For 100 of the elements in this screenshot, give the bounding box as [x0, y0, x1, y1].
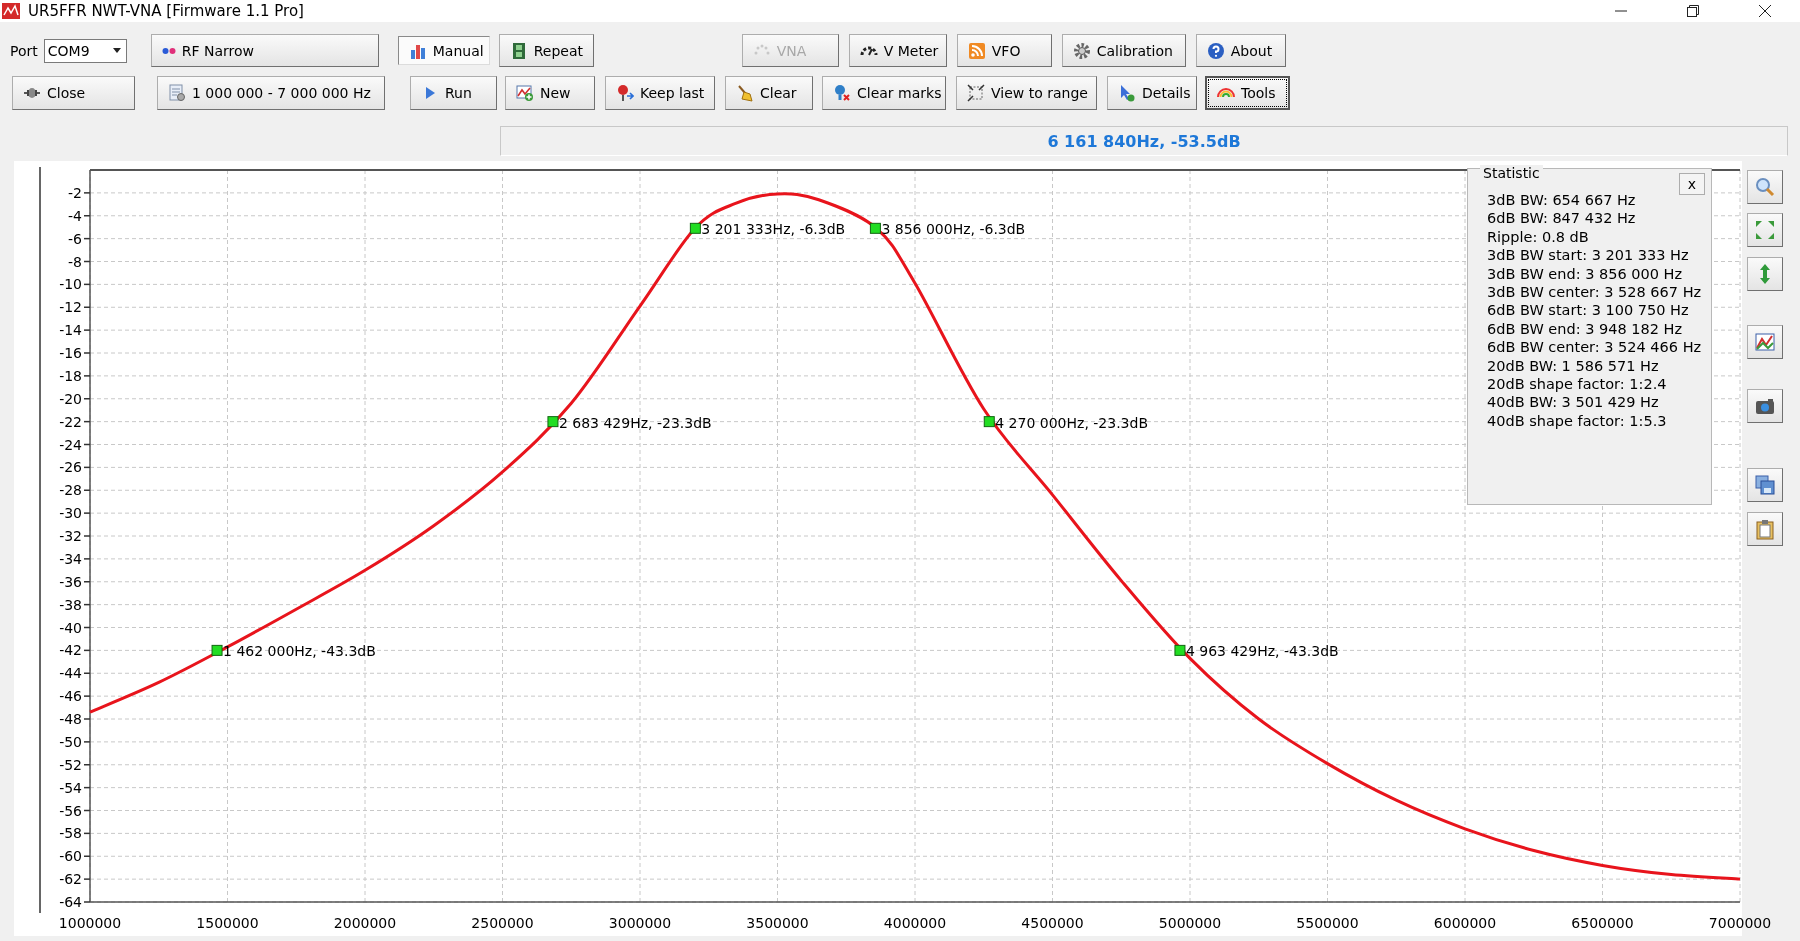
restore-icon[interactable]	[1687, 5, 1699, 17]
toolbar-button[interactable]: View to range	[956, 76, 1097, 110]
toolbar-button[interactable]: Details	[1107, 76, 1197, 110]
cursor-readout: 6 161 840Hz, -53.5dB	[500, 126, 1788, 156]
x-tick-label: 5500000	[1296, 915, 1359, 931]
toolbar-button[interactable]: About	[1195, 34, 1286, 67]
y-tick-label: -44	[59, 665, 83, 682]
y-tick-label: -28	[59, 482, 82, 499]
y-tick-label: -46	[59, 688, 83, 705]
y-tick-label: -44	[59, 665, 91, 682]
y-tick-label: -48	[59, 711, 91, 727]
x-tick-label: 6000000	[1433, 915, 1497, 931]
copy-button[interactable]	[1747, 468, 1783, 502]
y-tick-label: -62	[59, 871, 91, 888]
y-tick-label: -54	[59, 779, 91, 796]
y-tick-label: -24	[59, 436, 91, 453]
y-tick-label: -24	[59, 436, 83, 453]
fit-arrows-button[interactable]	[1747, 213, 1783, 247]
marker-point[interactable]	[689, 222, 701, 234]
clipboard-button[interactable]	[1747, 512, 1783, 546]
y-tick-label: -6	[68, 230, 91, 247]
y-tick-label: -16	[59, 345, 83, 361]
marker-point[interactable]	[547, 416, 559, 428]
toolbar-button[interactable]: Close	[12, 76, 135, 110]
y-tick-label: -62	[59, 871, 82, 888]
y-tick-label: -6	[68, 230, 83, 247]
toolbar-button[interactable]: New	[505, 76, 595, 110]
toolbar-button[interactable]: Clear marks	[822, 76, 946, 110]
statistic-line: Ripple: 0.8 dB	[1487, 227, 1590, 247]
y-tick-label: -38	[59, 596, 82, 613]
x-tick-label: 4500000	[1021, 915, 1084, 931]
marker-point[interactable]	[869, 222, 881, 234]
statistic-line: 3dB BW: 654 667 Hz	[1487, 191, 1637, 210]
toolbar-button[interactable]: Clear	[725, 76, 813, 110]
marker-label: 3 201 333Hz, -6.3dB	[701, 221, 846, 238]
x-tick-label: 2000000	[333, 915, 397, 931]
marker-label: 2 683 429Hz, -23.3dB	[558, 414, 712, 431]
y-tick-label: -60	[59, 848, 82, 865]
statistic-line: 6dB BW: 847 432 Hz	[1487, 209, 1637, 228]
caret-icon	[112, 48, 121, 53]
marker-label: 1 462 000Hz, -43.3dB	[223, 643, 376, 660]
toolbar-button[interactable]: V Meter	[848, 34, 947, 67]
marker-point[interactable]	[211, 644, 223, 656]
x-tick-label: 1000000	[58, 915, 122, 931]
zoom-icon	[1754, 176, 1776, 198]
marker-cross-icon	[833, 84, 851, 102]
toolbar-button[interactable]: RF Narrow	[150, 34, 379, 67]
y-tick-label: -34	[59, 550, 83, 567]
y-tick-label: -40	[59, 619, 82, 636]
y-tick-label: -56	[59, 802, 83, 819]
x-tick-label: 3000000	[608, 915, 672, 931]
y-tick-label: -58	[59, 825, 91, 842]
fit-arrows-icon	[1754, 219, 1776, 241]
toolbar-button[interactable]: Tools	[1205, 76, 1290, 110]
y-tick-label: -40	[59, 619, 91, 636]
chart-button[interactable]	[1747, 325, 1783, 359]
toolbar-button[interactable]: 1 000 000 - 7 000 000 Hz	[157, 76, 385, 110]
toolbar-button[interactable]: Calibration	[1061, 34, 1186, 67]
y-tick-label: -16	[59, 345, 91, 361]
x-tick-label: 6500000	[1571, 915, 1634, 931]
dismiss-button[interactable]: x	[1679, 173, 1705, 195]
y-tick-label: -8	[68, 253, 82, 270]
statistic-line: 40dB shape factor: 1:5.3	[1487, 411, 1668, 431]
marker-label: 4 963 429Hz, -43.3dB	[1185, 643, 1339, 660]
x-tick-label: 4000000	[883, 915, 947, 931]
toolbar-button[interactable]: VFO	[956, 34, 1052, 67]
toolbar-button[interactable]: Repeat	[498, 34, 594, 67]
y-tick-label: -10	[59, 276, 91, 293]
statistic-line: 40dB BW: 3 501 429 Hz	[1487, 393, 1660, 412]
close-icon[interactable]	[1759, 5, 1771, 17]
marker-label: 4 270 000Hz, -23.3dB	[995, 414, 1148, 431]
y-tick-label: -64	[59, 894, 83, 910]
port-label: Port	[10, 42, 38, 59]
y-tick-label: -4	[68, 207, 91, 224]
y-tick-label: -20	[59, 390, 91, 407]
broom-icon	[736, 84, 754, 102]
marker-point[interactable]	[1174, 644, 1186, 656]
statistic-line: 3dB BW start: 3 201 333 Hz	[1487, 246, 1690, 265]
marker-point[interactable]	[983, 416, 995, 428]
camera-button[interactable]	[1747, 389, 1783, 423]
y-tick-label: -34	[59, 550, 91, 567]
statistic-line: 20dB BW: 1 586 571 Hz	[1487, 356, 1660, 376]
x-tick-label: 3500000	[746, 915, 809, 931]
frame-arrows-icon	[967, 84, 985, 102]
vertical-arrows-button[interactable]	[1747, 257, 1783, 291]
y-tick-label: -32	[59, 528, 91, 544]
copy-icon	[1754, 474, 1776, 496]
y-tick-label: -10	[59, 276, 82, 293]
toolbar-button[interactable]: Run	[410, 76, 497, 110]
rainbow-icon	[1217, 88, 1235, 98]
toolbar-button[interactable]: Keep last	[605, 76, 715, 110]
toolbar-button[interactable]: Manual	[397, 36, 490, 65]
y-tick-label: -2	[68, 184, 91, 201]
zoom-button[interactable]	[1747, 170, 1783, 204]
y-tick-label: -42	[59, 642, 82, 659]
y-tick-label: -46	[59, 688, 91, 705]
y-tick-label: -48	[59, 711, 82, 727]
y-tick-label: -50	[59, 733, 91, 750]
statistic-line: 3dB BW end: 3 856 000 Hz	[1487, 264, 1684, 284]
port-dropdown[interactable]: COM9	[43, 38, 127, 63]
